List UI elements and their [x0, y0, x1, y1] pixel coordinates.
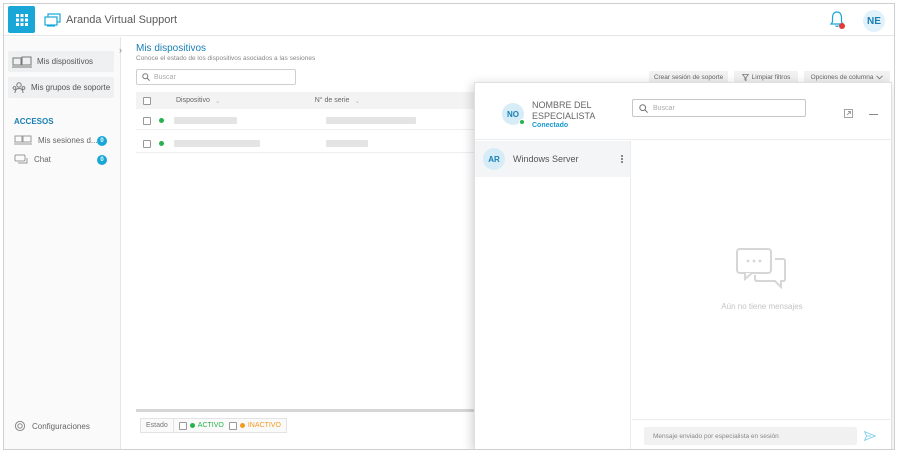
active-dot — [189, 423, 195, 428]
inactive-checkbox[interactable] — [228, 421, 237, 430]
sidebar-item-mis-dispositivos[interactable]: Mis dispositivos — [8, 51, 114, 72]
status-active-dot — [159, 141, 164, 146]
notification-dot — [839, 23, 845, 29]
column-header-dispositivo[interactable]: Dispositivo — [176, 97, 210, 104]
chevron-down-icon — [876, 75, 884, 80]
app-title: Aranda Virtual Support — [66, 14, 178, 26]
app-logo-icon — [44, 13, 61, 27]
filter-active[interactable]: ACTIVO — [174, 419, 229, 432]
empty-messages-text: Aún no tiene mensajes — [721, 302, 803, 311]
inactive-dot — [239, 423, 245, 428]
user-avatar[interactable]: NE — [863, 10, 885, 32]
sidebar-link-label: Chat — [34, 155, 51, 164]
conversation-avatar: AR — [483, 148, 505, 170]
config-label: Configuraciones — [32, 421, 90, 431]
chat-panel: NO NOMBRE DEL ESPECIALISTA Conectado Bus… — [474, 82, 893, 449]
filter-inactive[interactable]: INACTIVO — [228, 419, 286, 432]
chat-search-placeholder: Buscar — [653, 104, 675, 112]
active-checkbox[interactable] — [178, 421, 187, 430]
grid-icon — [15, 13, 28, 26]
chat-icon — [14, 154, 28, 164]
gear-icon — [14, 420, 26, 432]
sort-chevron-icon[interactable]: ⌄ — [354, 97, 360, 105]
minimize-icon[interactable] — [869, 114, 878, 115]
filter-icon — [741, 74, 749, 81]
new-window-icon[interactable] — [844, 109, 853, 118]
sidebar-item-mis-grupos[interactable]: Mis grupos de soporte — [8, 77, 114, 98]
conversation-item[interactable]: AR Windows Server — [475, 141, 630, 177]
section-title-accesos: ACCESOS — [14, 117, 54, 126]
inactive-label: INACTIVO — [247, 422, 281, 429]
kebab-menu-icon[interactable] — [621, 155, 624, 163]
redacted-serial — [326, 140, 368, 147]
group-icon — [12, 81, 26, 93]
sort-chevron-icon[interactable]: ⌄ — [215, 97, 221, 105]
sidebar-link-label: Mis sesiones d... — [38, 135, 98, 145]
send-icon[interactable] — [864, 431, 876, 441]
redacted-device-name — [174, 140, 260, 147]
chat-search-input[interactable]: Buscar — [632, 99, 806, 117]
search-input[interactable]: Buscar — [136, 69, 296, 85]
column-header-serie[interactable]: N° de serie — [315, 97, 350, 104]
status-legend: Estado ACTIVO INACTIVO — [140, 418, 287, 433]
sidebar-item-label: Mis dispositivos — [37, 57, 94, 66]
column-options-label: Opciones de columna — [810, 74, 874, 81]
redacted-serial — [326, 117, 416, 124]
online-status-dot — [519, 119, 525, 125]
active-label: ACTIVO — [197, 422, 224, 429]
table-header: Dispositivo ⌄ N° de serie ⌄ — [136, 92, 476, 109]
table-row[interactable] — [136, 112, 476, 130]
specialist-status: Conectado — [532, 122, 569, 129]
search-icon — [142, 73, 150, 81]
horizontal-scrollbar[interactable] — [136, 409, 476, 412]
search-icon — [639, 103, 648, 113]
app-window: Aranda Virtual Support NE Mis dispositiv… — [3, 3, 895, 450]
apps-grid-button[interactable] — [8, 6, 35, 33]
sidebar-link-chat[interactable]: Chat — [14, 154, 51, 165]
select-all-checkbox[interactable] — [143, 96, 151, 105]
status-active-dot — [159, 118, 164, 123]
sidebar-item-label: Mis grupos de soporte — [31, 83, 111, 92]
legend-label: Estado — [146, 422, 168, 429]
sidebar-configuraciones[interactable]: Configuraciones — [14, 420, 90, 432]
conversation-name: Windows Server — [513, 154, 579, 164]
sidebar: Mis dispositivos Mis grupos de soporte A… — [4, 37, 121, 449]
sessions-icon — [14, 135, 32, 145]
conversation-list: AR Windows Server — [475, 141, 631, 449]
chat-header: NO NOMBRE DEL ESPECIALISTA Conectado Bus… — [475, 83, 893, 140]
sidebar-link-mis-sesiones[interactable]: Mis sesiones d... — [14, 135, 98, 145]
top-bar: Aranda Virtual Support NE — [4, 4, 894, 36]
message-placeholder: Mensaje enviado por especialista en sesi… — [653, 432, 779, 440]
page-subtitle: Conoce el estado de los dispositivos aso… — [136, 55, 316, 62]
table-row[interactable] — [136, 135, 476, 153]
row-checkbox[interactable] — [143, 116, 151, 125]
chat-count-badge: 0 — [97, 155, 107, 165]
row-checkbox[interactable] — [143, 139, 151, 148]
devices-icon — [12, 56, 32, 67]
sessions-count-badge: 0 — [97, 136, 107, 146]
empty-chat-icon — [736, 248, 786, 290]
message-composer: Mensaje enviado por especialista en sesi… — [632, 419, 892, 449]
create-session-label: Crear sesión de soporte — [653, 74, 724, 81]
specialist-name: NOMBRE DEL ESPECIALISTA — [532, 100, 596, 121]
redacted-device-name — [174, 117, 237, 124]
search-placeholder: Buscar — [154, 73, 176, 81]
conversation-pane: Aún no tiene mensajes Mensaje enviado po… — [632, 141, 892, 449]
page-title: Mis dispositivos — [136, 43, 207, 54]
message-input[interactable]: Mensaje enviado por especialista en sesi… — [644, 427, 857, 445]
clear-filters-label: Limpiar filtros — [751, 74, 791, 81]
